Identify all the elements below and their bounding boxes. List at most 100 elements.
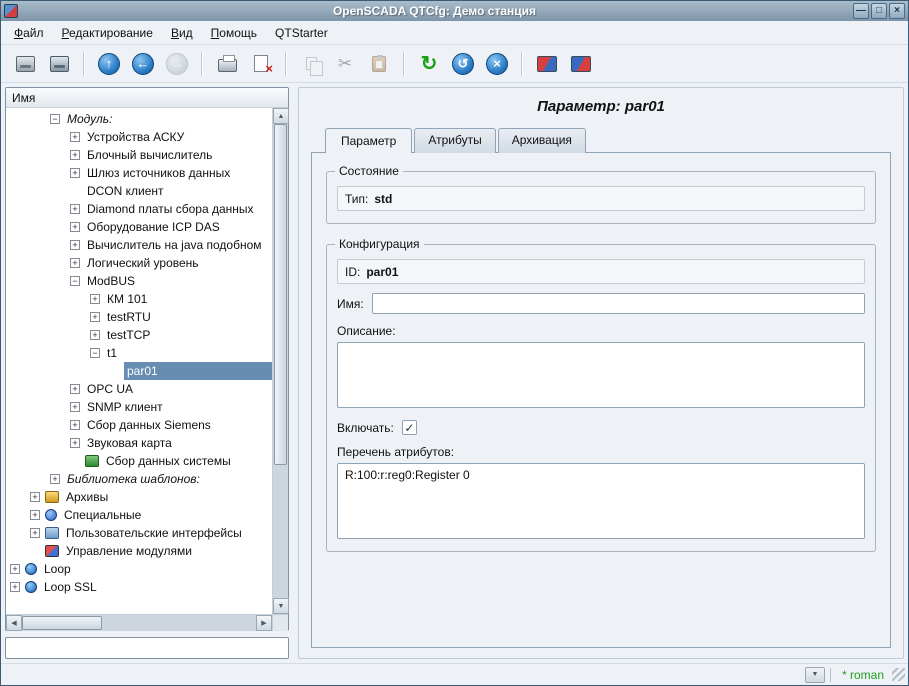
scroll-left-icon[interactable]: ◀ <box>6 615 22 631</box>
tree-item-body[interactable]: Управление модулями <box>44 542 272 560</box>
tree-item-body[interactable]: Блочный вычислитель <box>84 146 272 164</box>
expand-icon[interactable]: + <box>30 492 40 502</box>
tab-archiving[interactable]: Архивация <box>498 128 586 153</box>
tree-item-body[interactable]: Специальные <box>44 506 272 524</box>
paste-button[interactable] <box>363 48 395 80</box>
tree-vertical-scrollbar[interactable]: ▲ ▼ <box>272 108 288 614</box>
start-refresh-button[interactable]: ↺ <box>447 48 479 80</box>
load-from-db-button[interactable] <box>9 48 41 80</box>
expand-icon[interactable]: + <box>90 294 100 304</box>
panel-splitter[interactable] <box>292 87 295 659</box>
expand-icon[interactable]: + <box>70 402 80 412</box>
vscroll-thumb[interactable] <box>274 124 287 465</box>
expand-icon[interactable]: + <box>70 150 80 160</box>
tree-item-body[interactable]: Diamond платы сбора данных <box>84 200 272 218</box>
expand-icon[interactable]: + <box>50 474 60 484</box>
tree-item-body[interactable]: Логический уровень <box>84 254 272 272</box>
tree-item-body[interactable]: ModBUS <box>84 272 272 290</box>
attributes-list[interactable]: R:100:r:reg0:Register 0 <box>337 463 865 539</box>
expand-icon[interactable]: + <box>90 312 100 322</box>
tree-item-body[interactable]: testTCP <box>104 326 272 344</box>
tree-item-body[interactable]: par01 <box>124 362 272 380</box>
tab-parameter[interactable]: Параметр <box>325 128 412 153</box>
tree-horizontal-scrollbar[interactable]: ◀ ▶ <box>6 615 272 630</box>
expand-icon[interactable]: + <box>90 330 100 340</box>
copy-button[interactable] <box>295 48 327 80</box>
tree-item-body[interactable]: Библиотека шаблонов: <box>64 470 272 488</box>
add-item-button[interactable] <box>211 48 243 80</box>
collapse-icon[interactable]: − <box>90 348 100 358</box>
collapse-icon[interactable]: − <box>70 276 80 286</box>
tree-header[interactable]: Имя <box>6 88 288 108</box>
tree-item-body[interactable]: Сбор данных Siemens <box>84 416 272 434</box>
expand-icon[interactable]: + <box>10 582 20 592</box>
expand-icon[interactable]: + <box>70 222 80 232</box>
tab-attributes[interactable]: Атрибуты <box>414 128 495 153</box>
tree-item-body[interactable]: Звуковая карта <box>84 434 272 452</box>
tree-item-body[interactable]: t1 <box>104 344 272 362</box>
expand-icon[interactable]: + <box>70 132 80 142</box>
tree-item-body[interactable]: testRTU <box>104 308 272 326</box>
tree-item-body[interactable]: Устройства АСКУ <box>84 128 272 146</box>
close-button[interactable]: × <box>889 3 905 19</box>
name-input[interactable] <box>372 293 865 314</box>
tree-item-body[interactable]: Оборудование ICP DAS <box>84 218 272 236</box>
menu-item-view[interactable]: Вид <box>162 23 202 43</box>
expand-icon[interactable]: + <box>70 240 80 250</box>
scroll-right-icon[interactable]: ▶ <box>256 615 272 631</box>
titlebar[interactable]: OpenSCADA QTCfg: Демо станция —□× <box>1 1 908 21</box>
expand-icon[interactable]: + <box>30 510 40 520</box>
tree-item-body[interactable]: Архивы <box>44 488 272 506</box>
tree-item-body[interactable]: SNMP клиент <box>84 398 272 416</box>
save-to-db-button[interactable] <box>43 48 75 80</box>
maximize-button[interactable]: □ <box>871 3 887 19</box>
expand-icon[interactable]: + <box>10 564 20 574</box>
tree-item-body[interactable]: DCON клиент <box>84 182 272 200</box>
tree-item-body[interactable]: КМ 101 <box>104 290 272 308</box>
menu-item-help[interactable]: Помощь <box>202 23 266 43</box>
collapse-icon[interactable]: − <box>50 114 60 124</box>
tree-item-body[interactable]: Модуль: <box>64 110 272 128</box>
expand-icon[interactable]: + <box>70 384 80 394</box>
expand-icon[interactable]: + <box>30 528 40 538</box>
delete-item-button[interactable]: × <box>245 48 277 80</box>
tree-item-body[interactable]: Вычислитель на java подобном <box>84 236 272 254</box>
scroll-down-icon[interactable]: ▼ <box>273 598 289 614</box>
tree-item-body[interactable]: Сбор данных системы <box>84 452 272 470</box>
menu-item-file[interactable]: Файл <box>5 23 53 43</box>
next-button[interactable]: → <box>161 48 193 80</box>
expand-icon[interactable]: + <box>70 204 80 214</box>
tree-item-body[interactable]: OPC UA <box>84 380 272 398</box>
menu-item-edit[interactable]: Редактирование <box>53 23 162 43</box>
menu-item-qtstarter[interactable]: QTStarter <box>266 23 337 43</box>
stop-button[interactable]: × <box>481 48 513 80</box>
window-title: OpenSCADA QTCfg: Демо станция <box>18 4 851 18</box>
user-dropdown-button[interactable]: ▼ <box>805 667 825 683</box>
up-button[interactable]: ↑ <box>93 48 125 80</box>
qtstarter-modules-button[interactable] <box>565 48 597 80</box>
expand-icon[interactable]: + <box>70 168 80 178</box>
tree-item-label: Устройства АСКУ <box>84 130 187 144</box>
tree-item: Сбор данных системы <box>6 452 272 470</box>
tree-filter-input[interactable] <box>5 637 289 659</box>
qtstarter-about-button[interactable] <box>531 48 563 80</box>
scroll-up-icon[interactable]: ▲ <box>273 108 289 124</box>
hscroll-thumb[interactable] <box>22 616 102 630</box>
vscroll-track[interactable] <box>273 124 288 598</box>
expand-icon[interactable]: + <box>70 420 80 430</box>
hscroll-track[interactable] <box>22 615 256 631</box>
tree-item-body[interactable]: Шлюз источников данных <box>84 164 272 182</box>
description-textarea[interactable] <box>337 342 865 408</box>
tree-item-body[interactable]: Пользовательские интерфейсы <box>44 524 272 542</box>
scrollbar-corner <box>272 615 288 631</box>
tree-item-body[interactable]: Loop SSL <box>24 578 272 596</box>
resize-grip[interactable] <box>892 668 905 681</box>
expand-icon[interactable]: + <box>70 258 80 268</box>
previous-button[interactable]: ← <box>127 48 159 80</box>
expand-icon[interactable]: + <box>70 438 80 448</box>
cut-button[interactable]: ✂ <box>329 48 361 80</box>
refresh-button[interactable]: ↻ <box>413 48 445 80</box>
enable-checkbox[interactable]: ✓ <box>402 420 417 435</box>
minimize-button[interactable]: — <box>853 3 869 19</box>
tree-item-body[interactable]: Loop <box>24 560 272 578</box>
